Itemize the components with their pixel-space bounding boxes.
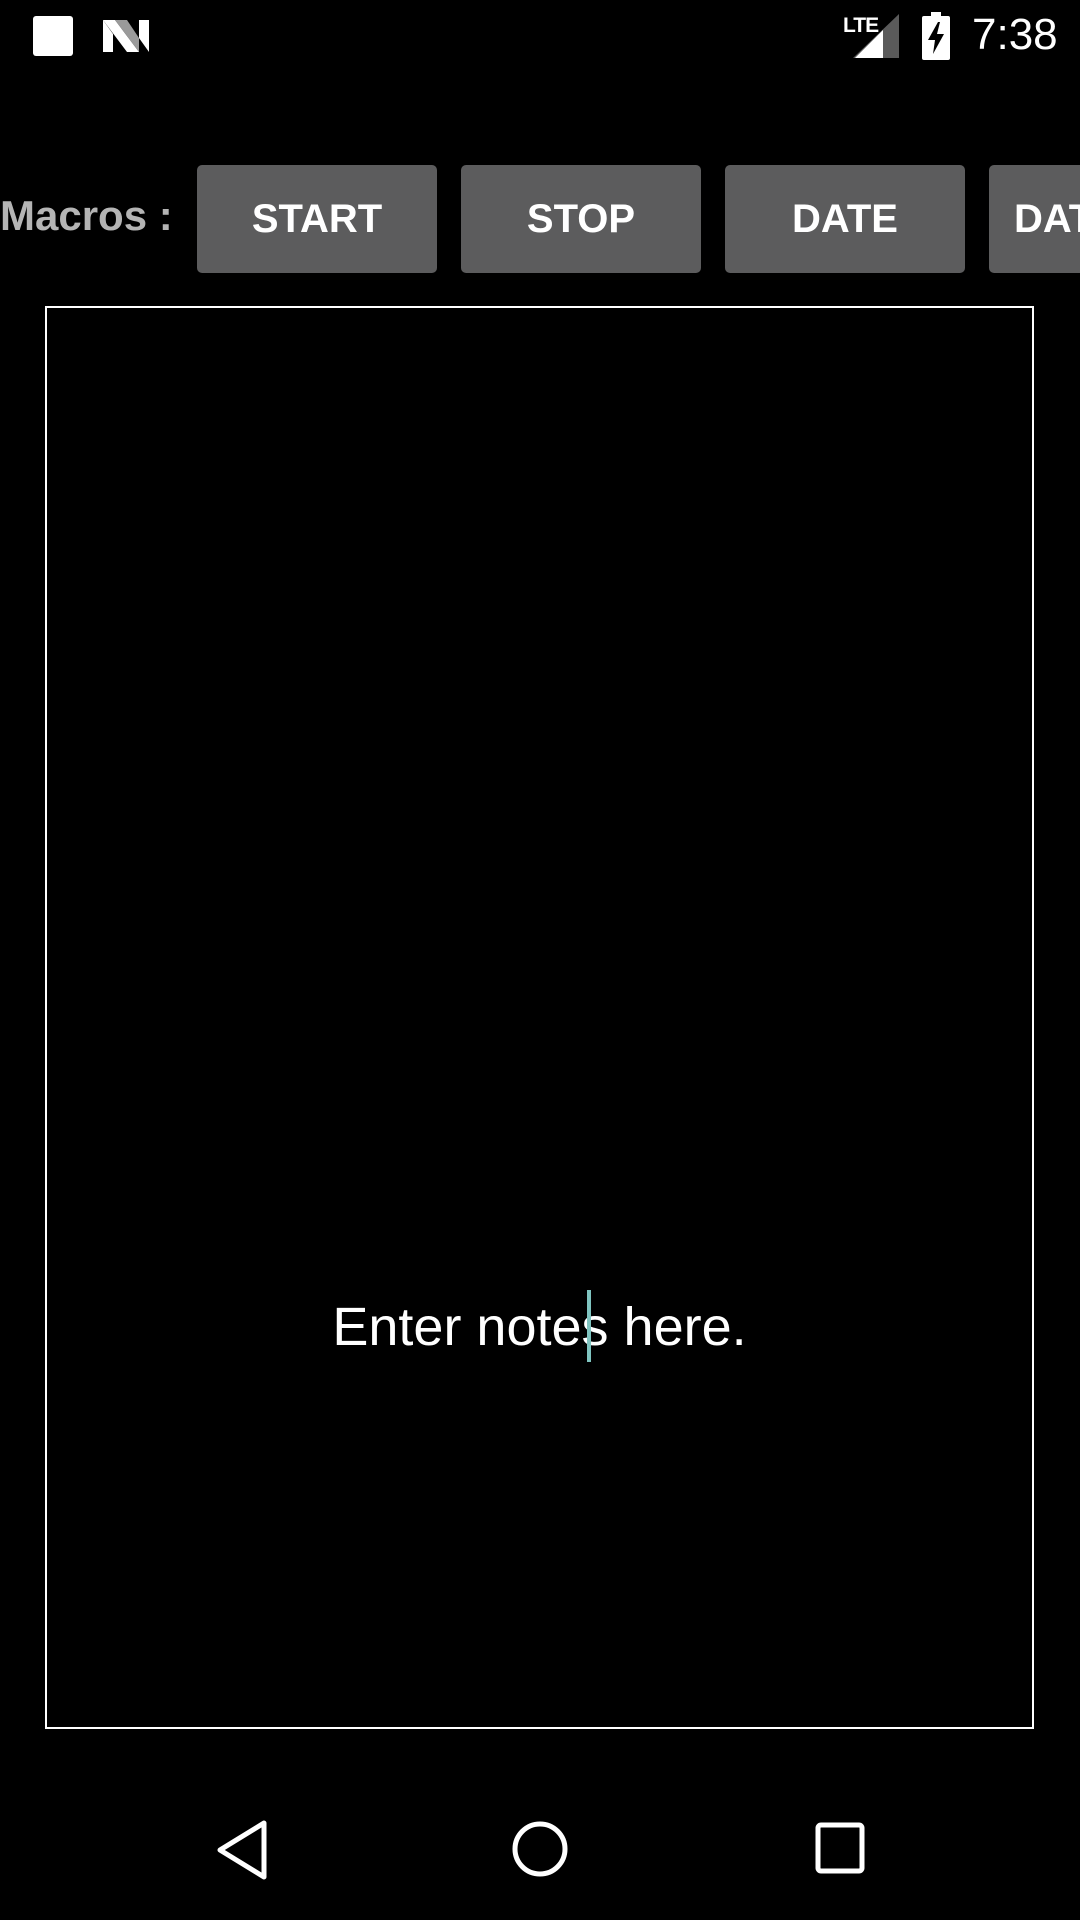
macro-date-button-2[interactable]: DAT (989, 165, 1080, 273)
status-bar: LTE 7:38 (0, 0, 1080, 74)
recents-icon[interactable] (815, 1822, 865, 1874)
signal-icon (853, 14, 899, 58)
n-logo-icon (103, 20, 149, 52)
battery-charging-icon (922, 12, 950, 60)
back-icon[interactable] (214, 1818, 270, 1882)
screen: LTE 7:38 Macros : START STOP DATE DAT En… (0, 0, 1080, 1920)
macro-date-button[interactable]: DATE (725, 165, 965, 273)
notes-text-area[interactable]: Enter notes here. (45, 306, 1034, 1729)
notification-square-icon (33, 16, 73, 56)
macro-start-button[interactable]: START (197, 165, 437, 273)
macros-label: Macros : (0, 192, 173, 239)
text-cursor (587, 1290, 591, 1362)
navigation-bar (0, 1788, 1080, 1920)
macros-toolbar: Macros : START STOP DATE DAT (0, 164, 1080, 274)
clock-time: 7:38 (972, 10, 1058, 59)
notes-placeholder: Enter notes here. (332, 1297, 747, 1357)
macro-stop-button[interactable]: STOP (461, 165, 701, 273)
home-icon[interactable] (511, 1820, 569, 1878)
